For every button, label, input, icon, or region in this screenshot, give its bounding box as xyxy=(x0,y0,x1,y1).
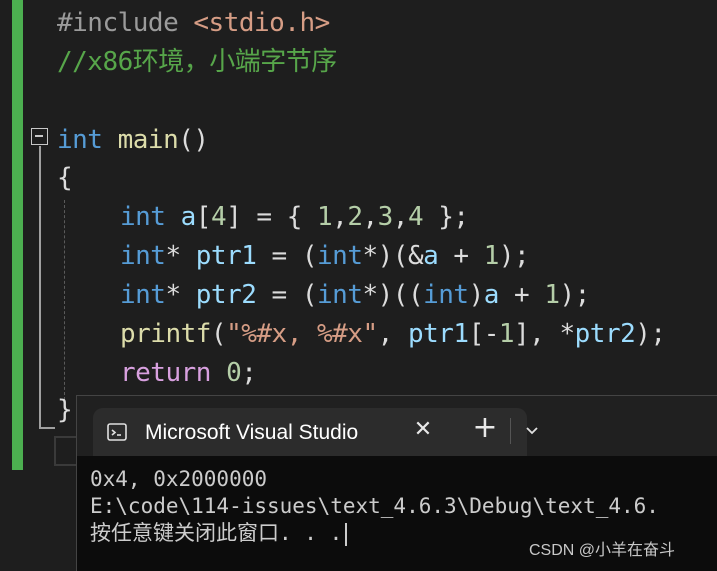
keyword-int: int xyxy=(120,241,166,271)
array-init-close: }; xyxy=(423,202,469,232)
comma: , xyxy=(392,202,409,232)
cast-close: *)(& xyxy=(362,241,424,271)
number-literal: 3 xyxy=(377,202,394,232)
indent-guide xyxy=(64,200,65,400)
pointer-star: * xyxy=(165,280,196,310)
number-literal: 1 xyxy=(544,280,560,310)
number-literal: 4 xyxy=(210,202,227,232)
function-name-main: main xyxy=(117,125,179,155)
terminal-icon xyxy=(107,423,127,441)
statement-end: ); xyxy=(635,319,666,349)
array-init-open: ] = { xyxy=(226,202,318,232)
assign-op: = ( xyxy=(256,280,318,310)
close-icon[interactable]: ✕ xyxy=(411,418,435,442)
function-name-printf: printf xyxy=(120,319,211,349)
collapse-icon[interactable] xyxy=(31,128,48,145)
number-literal: 1 xyxy=(498,319,515,349)
terminal-tab-title: Microsoft Visual Studio xyxy=(145,421,359,444)
number-literal: 1 xyxy=(483,241,500,271)
plus-op: + xyxy=(438,241,484,271)
fold-guide-end xyxy=(39,427,55,429)
index-open: [- xyxy=(468,319,500,349)
chevron-down-icon[interactable] xyxy=(522,420,542,440)
identifier-a: a xyxy=(423,241,439,271)
code-line-comment[interactable]: //x86环境，小端字节序 xyxy=(57,44,337,80)
keyword-int: int xyxy=(317,241,363,271)
format-string: "%#x, %#x" xyxy=(226,319,378,349)
plus-op: + xyxy=(498,280,545,310)
comma: , xyxy=(362,202,378,232)
code-line-ptr2[interactable]: int* ptr2 = (int*)((int)a + 1); xyxy=(120,277,590,313)
index-close: ], * xyxy=(514,319,575,349)
code-line-printf[interactable]: printf("%#x, %#x", ptr1[-1], *ptr2); xyxy=(120,316,666,352)
code-line-return[interactable]: return 0; xyxy=(120,355,257,391)
pointer-star: * xyxy=(165,241,196,271)
terminal-output-line: 0x4, 0x2000000 xyxy=(90,467,268,491)
cast-mid: *)(( xyxy=(362,280,424,310)
identifier-ptr2: ptr2 xyxy=(574,319,636,349)
keyword-return: return xyxy=(120,358,211,388)
identifier-ptr1: ptr1 xyxy=(407,319,469,349)
code-line-main[interactable]: int main() xyxy=(57,122,209,158)
keyword-int: int xyxy=(57,125,103,155)
identifier-a: a xyxy=(180,202,197,232)
code-line-include[interactable]: #include <stdio.h> xyxy=(57,5,330,41)
keyword-int: int xyxy=(120,202,166,232)
cast-close: ) xyxy=(468,280,485,310)
watermark: CSDN @小羊在奋斗 xyxy=(529,542,676,559)
code-line-close-brace[interactable]: } xyxy=(57,392,73,428)
statement-end: ; xyxy=(241,358,257,388)
identifier-ptr1: ptr1 xyxy=(195,241,257,271)
comma: , xyxy=(332,202,348,232)
statement-end: ); xyxy=(559,280,591,310)
terminal-output-line: E:\code\114-issues\text_4.6.3\Debug\text… xyxy=(90,494,659,518)
number-literal: 1 xyxy=(317,202,333,232)
terminal-prompt-text: 按任意键关闭此窗口. . . xyxy=(90,521,343,545)
number-literal: 2 xyxy=(347,202,363,232)
fold-guide-line xyxy=(39,146,41,428)
statement-end: ); xyxy=(498,241,530,271)
terminal-tab-strip: Microsoft Visual Studio ✕ + xyxy=(77,396,717,456)
identifier-a: a xyxy=(483,280,500,310)
add-tab-icon[interactable]: + xyxy=(469,413,501,445)
tab-divider xyxy=(510,418,511,444)
paren-open: ( xyxy=(210,319,227,349)
code-line-ptr1[interactable]: int* ptr1 = (int*)(&a + 1); xyxy=(120,238,530,274)
change-indicator-bar xyxy=(12,0,23,470)
code-line-open-brace[interactable]: { xyxy=(57,160,73,196)
keyword-int: int xyxy=(423,280,469,310)
bracket-open: [ xyxy=(195,202,212,232)
comma: , xyxy=(377,319,408,349)
include-header: <stdio.h> xyxy=(193,8,330,38)
text-cursor xyxy=(345,522,348,546)
terminal-tab[interactable]: Microsoft Visual Studio ✕ xyxy=(93,408,527,456)
preprocessor-directive: #include xyxy=(57,8,179,38)
assign-op: = ( xyxy=(256,241,318,271)
keyword-int: int xyxy=(317,280,363,310)
identifier-ptr2: ptr2 xyxy=(195,280,257,310)
number-literal: 4 xyxy=(407,202,424,232)
number-literal: 0 xyxy=(226,358,242,388)
keyword-int: int xyxy=(120,280,166,310)
main-parens: () xyxy=(178,125,209,155)
code-line-array-decl[interactable]: int a[4] = { 1,2,3,4 }; xyxy=(120,199,469,235)
